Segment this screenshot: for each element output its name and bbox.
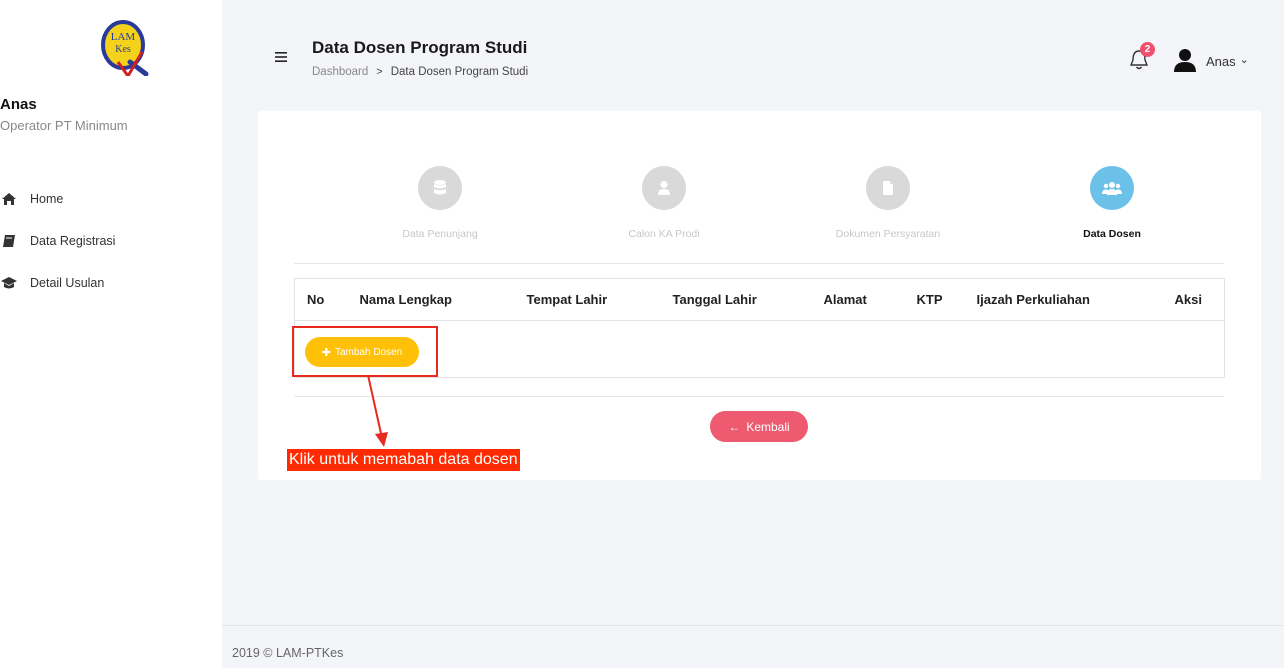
annotation-highlight-box (292, 326, 438, 377)
header-user-name: Anas (1206, 54, 1236, 69)
user-avatar-icon[interactable] (1172, 47, 1198, 73)
sidebar-item-label: Data Registrasi (30, 234, 116, 248)
sidebar-nav: Home Data Registrasi Detail Usulan (0, 178, 222, 304)
step-data-dosen[interactable]: Data Dosen (1022, 166, 1202, 240)
sidebar-item-label: Home (30, 192, 64, 206)
breadcrumb-dashboard[interactable]: Dashboard (312, 66, 368, 78)
hamburger-menu-icon[interactable] (274, 50, 288, 64)
users-icon (1090, 166, 1134, 210)
column-header-ktp: KTP (904, 278, 965, 321)
column-header-alamat: Alamat (811, 278, 905, 321)
table-header-row: No Nama Lengkap Tempat Lahir Tanggal Lah… (294, 278, 1225, 321)
sidebar-item-detail-usulan[interactable]: Detail Usulan (0, 262, 222, 304)
column-header-ijazah-perkuliahan: Ijazah Perkuliahan (964, 278, 1163, 321)
step-label: Dokumen Persyaratan (835, 228, 941, 240)
footer-text: 2019 © LAM-PTKes (232, 646, 344, 660)
column-header-nama-lengkap: Nama Lengkap (347, 278, 515, 321)
column-header-tanggal-lahir: Tanggal Lahir (660, 278, 812, 321)
arrow-left-icon: ← (728, 419, 741, 434)
back-button[interactable]: ← Kembali (710, 411, 808, 442)
column-header-tempat-lahir: Tempat Lahir (514, 278, 661, 321)
svg-text:Kes: Kes (115, 44, 131, 55)
step-data-penunjang[interactable]: Data Penunjang (350, 166, 530, 240)
column-header-aksi: Aksi (1162, 278, 1225, 321)
breadcrumb-current: Data Dosen Program Studi (390, 66, 529, 78)
breadcrumb-separator: > (376, 66, 383, 78)
home-icon (0, 190, 18, 208)
top-header: Data Dosen Program Studi Dashboard > Dat… (222, 0, 1284, 96)
sidebar-user-name: Anas (0, 96, 37, 113)
sidebar-user-role: Operator PT Minimum (0, 118, 128, 133)
step-label: Data Dosen (1083, 228, 1141, 240)
database-icon (418, 166, 462, 210)
svg-text:LAM: LAM (111, 31, 136, 43)
divider (294, 263, 1224, 264)
annotation-label: Klik untuk memabah data dosen (287, 449, 520, 471)
sidebar-item-data-registrasi[interactable]: Data Registrasi (0, 220, 222, 262)
step-label: Calon KA Prodi (628, 228, 700, 240)
footer-divider (222, 625, 1284, 626)
notification-badge: 2 (1140, 42, 1155, 57)
sidebar-item-home[interactable]: Home (0, 178, 222, 220)
sidebar: LAM Kes Anas Operator PT Minimum Home Da… (0, 0, 222, 668)
user-icon (642, 166, 686, 210)
lam-kes-logo[interactable]: LAM Kes (96, 18, 154, 76)
sidebar-item-label: Detail Usulan (30, 276, 105, 290)
step-calon-ka-prodi[interactable]: Calon KA Prodi (574, 166, 754, 240)
book-icon (0, 232, 18, 250)
breadcrumb: Dashboard > Data Dosen Program Studi (312, 66, 528, 78)
page-title: Data Dosen Program Studi (312, 38, 528, 57)
graduation-cap-icon (0, 274, 18, 292)
annotation-arrow-icon (367, 374, 388, 447)
column-header-no: No (294, 278, 348, 321)
user-menu-dropdown[interactable]: Anas ⌄ (1206, 54, 1249, 69)
back-label: Kembali (746, 419, 790, 434)
file-icon (866, 166, 910, 210)
chevron-down-icon: ⌄ (1239, 54, 1249, 66)
step-label: Data Penunjang (402, 228, 478, 240)
divider (294, 396, 1224, 397)
step-dokumen-persyaratan[interactable]: Dokumen Persyaratan (798, 166, 978, 240)
